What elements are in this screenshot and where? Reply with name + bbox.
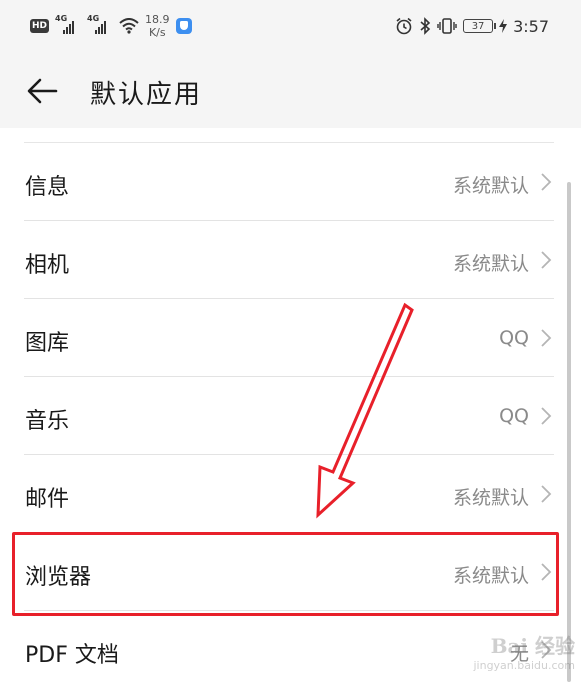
list-item-name: PDF 文档	[25, 643, 119, 668]
vibrate-icon	[437, 18, 457, 34]
network-speed-value: 18.9	[145, 13, 170, 26]
status-bar: HD 4G 4G 18.9 K/s 37 3:57	[0, 0, 581, 52]
list-item-value: 系统默认	[452, 175, 529, 197]
alarm-icon	[396, 17, 412, 35]
list-item-value: 系统默认	[452, 565, 529, 587]
signal-icon: 4G	[55, 14, 81, 36]
list-item-value: 系统默认	[452, 487, 529, 509]
list-item-messages[interactable]: 信息 系统默认	[0, 143, 581, 221]
wifi-icon	[119, 18, 139, 34]
list-item-email[interactable]: 邮件 系统默认	[0, 455, 581, 533]
list-item-value: QQ	[499, 327, 529, 349]
chevron-right-icon	[541, 563, 552, 581]
watermark-url: jingyan.baidu.com	[473, 659, 575, 672]
list-item-name: 音乐	[25, 409, 70, 434]
hd-icon: HD	[30, 19, 50, 33]
chevron-right-icon	[541, 407, 552, 425]
list-item-music[interactable]: 音乐 QQ	[0, 377, 581, 455]
chevron-right-icon	[541, 485, 552, 503]
chevron-right-icon	[541, 173, 552, 191]
list-item-value: QQ	[499, 405, 529, 427]
watermark-logo: Bai 经验	[490, 634, 575, 658]
list-item-name: 信息	[25, 175, 70, 200]
arrow-left-icon	[27, 78, 58, 104]
list-item-gallery[interactable]: 图库 QQ	[0, 299, 581, 377]
default-apps-list: 信息 系统默认 相机 系统默认 图库 QQ 音乐 QQ 邮件 系统默认 浏览器 …	[0, 143, 581, 689]
signal-icon: 4G	[87, 14, 113, 36]
page-title: 默认应用	[90, 80, 203, 110]
list-item-name: 相机	[25, 253, 70, 278]
charging-icon	[499, 19, 508, 33]
watermark: Bai 经验 jingyan.baidu.com	[473, 630, 575, 672]
list-item-camera[interactable]: 相机 系统默认	[0, 221, 581, 299]
network-speed-unit: K/s	[148, 26, 166, 39]
status-bar-right: 37 3:57	[395, 10, 549, 42]
list-item-name: 邮件	[25, 487, 70, 512]
security-app-icon	[175, 18, 192, 34]
battery-icon: 37	[463, 19, 497, 33]
list-item-value: 系统默认	[452, 253, 529, 275]
list-item-name: 浏览器	[25, 565, 92, 590]
clock: 3:57	[513, 16, 549, 36]
list-item-browser[interactable]: 浏览器 系统默认	[0, 533, 581, 611]
bluetooth-icon	[420, 17, 431, 35]
chevron-right-icon	[541, 251, 552, 269]
back-button[interactable]	[22, 72, 62, 112]
status-bar-left: HD 4G 4G 18.9 K/s	[30, 10, 192, 42]
scrollbar[interactable]	[567, 182, 571, 682]
network-speed: 18.9 K/s	[145, 13, 170, 39]
chevron-right-icon	[541, 329, 552, 347]
list-item-name: 图库	[25, 331, 70, 356]
